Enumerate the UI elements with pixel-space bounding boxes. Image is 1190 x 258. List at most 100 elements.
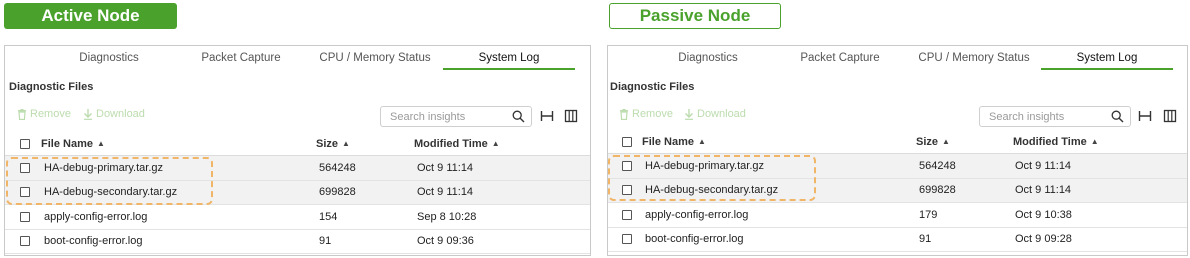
active-tab-indicator — [1041, 68, 1173, 70]
sort-icon[interactable]: ▲︎ — [942, 137, 950, 146]
section-title: Diagnostic Files — [9, 81, 94, 93]
toolbar: Remove Download — [608, 104, 1187, 128]
file-table: File Name ▲︎ Size ▲︎ Modified Time ▲︎ HA-de… — [5, 132, 590, 254]
search-box — [979, 106, 1131, 127]
download-icon — [685, 108, 693, 120]
col-file-name-label: File Name — [41, 137, 93, 150]
col-size[interactable]: Size ▲︎ — [916, 130, 950, 153]
passive-node-panel: Diagnostics Packet Capture CPU / Memory … — [607, 45, 1188, 256]
tab-cpu-memory-status[interactable]: CPU / Memory Status — [908, 46, 1040, 70]
col-modified-time[interactable]: Modified Time ▲︎ — [414, 132, 500, 155]
columns-icon[interactable] — [1163, 109, 1177, 123]
table-row[interactable]: apply-config-error.log 179 Oct 9 10:38 — [608, 203, 1187, 228]
file-name: apply-config-error.log — [645, 208, 749, 221]
file-size: 154 — [319, 210, 338, 223]
file-size: 91 — [319, 235, 332, 248]
col-file-name[interactable]: File Name ▲︎ — [41, 132, 105, 155]
download-label: Download — [96, 108, 145, 120]
remove-label: Remove — [632, 108, 673, 120]
tab-system-log[interactable]: System Log — [1041, 46, 1173, 70]
sort-icon[interactable]: ▲︎ — [97, 139, 105, 148]
column-width-icon[interactable] — [1138, 109, 1152, 123]
col-file-name[interactable]: File Name ▲︎ — [642, 130, 706, 153]
file-size: 91 — [919, 233, 932, 246]
file-name: boot-config-error.log — [44, 235, 143, 248]
select-all-checkbox[interactable] — [622, 136, 632, 147]
row-checkbox[interactable] — [20, 162, 30, 173]
search-input[interactable] — [989, 110, 1111, 123]
download-icon — [84, 108, 92, 120]
sort-icon[interactable]: ▲︎ — [342, 139, 350, 148]
table-header: File Name ▲︎ Size ▲︎ Modified Time ▲︎ — [5, 132, 590, 156]
col-size-label: Size — [316, 137, 339, 150]
col-modified-time-label: Modified Time — [1013, 135, 1087, 148]
remove-button[interactable]: Remove — [619, 108, 673, 120]
file-name: apply-config-error.log — [44, 210, 148, 223]
table-row[interactable]: boot-config-error.log 91 Oct 9 09:28 — [608, 228, 1187, 252]
download-button[interactable]: Download — [684, 108, 746, 120]
trash-icon — [620, 108, 628, 120]
row-checkbox[interactable] — [622, 185, 632, 196]
remove-button[interactable]: Remove — [17, 108, 71, 120]
file-modified: Oct 9 10:38 — [1015, 208, 1072, 221]
col-file-name-label: File Name — [642, 135, 694, 148]
tab-diagnostics[interactable]: Diagnostics — [648, 46, 768, 70]
table-row[interactable]: HA-debug-secondary.tar.gz 699828 Oct 9 1… — [5, 180, 590, 205]
passive-node-label: Passive Node — [609, 3, 781, 29]
download-button[interactable]: Download — [83, 108, 145, 120]
column-width-icon[interactable] — [540, 109, 554, 123]
file-modified: Oct 9 09:28 — [1015, 233, 1072, 246]
file-modified: Oct 9 11:14 — [1015, 159, 1072, 172]
col-modified-time[interactable]: Modified Time ▲︎ — [1013, 130, 1099, 153]
file-name: boot-config-error.log — [645, 233, 744, 246]
row-checkbox[interactable] — [622, 209, 632, 220]
table-row[interactable]: HA-debug-primary.tar.gz 564248 Oct 9 11:… — [5, 156, 590, 181]
table-row[interactable]: apply-config-error.log 154 Sep 8 10:28 — [5, 205, 590, 230]
tab-packet-capture[interactable]: Packet Capture — [181, 46, 301, 70]
row-checkbox[interactable] — [20, 187, 30, 198]
tab-system-log[interactable]: System Log — [443, 46, 575, 70]
tab-bar: Diagnostics Packet Capture CPU / Memory … — [5, 46, 590, 70]
file-modified: Oct 9 11:14 — [1015, 184, 1072, 197]
active-node-panel: Diagnostics Packet Capture CPU / Memory … — [4, 45, 591, 256]
file-size: 699828 — [919, 184, 956, 197]
active-node-label: Active Node — [4, 3, 177, 29]
sort-icon[interactable]: ▲︎ — [492, 139, 500, 148]
file-name: HA-debug-primary.tar.gz — [44, 161, 164, 174]
row-checkbox[interactable] — [20, 236, 30, 247]
search-icon[interactable] — [512, 110, 525, 123]
row-checkbox[interactable] — [20, 211, 30, 222]
search-icon[interactable] — [1111, 110, 1124, 123]
tab-cpu-memory-status[interactable]: CPU / Memory Status — [309, 46, 441, 70]
file-size: 564248 — [319, 161, 356, 174]
file-size: 179 — [919, 208, 938, 221]
file-name: HA-debug-secondary.tar.gz — [44, 186, 178, 199]
file-modified: Oct 9 09:36 — [417, 235, 474, 248]
file-modified: Sep 8 10:28 — [417, 210, 477, 223]
columns-icon[interactable] — [564, 109, 578, 123]
active-tab-indicator — [443, 68, 575, 70]
remove-label: Remove — [30, 108, 71, 120]
sort-icon[interactable]: ▲︎ — [698, 137, 706, 146]
select-all-checkbox[interactable] — [20, 138, 30, 149]
file-name: HA-debug-secondary.tar.gz — [645, 184, 779, 197]
table-row[interactable]: boot-config-error.log 91 Oct 9 09:36 — [5, 230, 590, 254]
file-modified: Oct 9 11:14 — [417, 161, 474, 174]
download-label: Download — [697, 108, 746, 120]
search-box — [380, 106, 532, 127]
table-row[interactable]: HA-debug-primary.tar.gz 564248 Oct 9 11:… — [608, 154, 1187, 179]
col-size[interactable]: Size ▲︎ — [316, 132, 350, 155]
file-modified: Oct 9 11:14 — [417, 186, 474, 199]
row-checkbox[interactable] — [622, 160, 632, 171]
tab-packet-capture[interactable]: Packet Capture — [780, 46, 900, 70]
table-row[interactable]: HA-debug-secondary.tar.gz 699828 Oct 9 1… — [608, 178, 1187, 203]
sort-icon[interactable]: ▲︎ — [1091, 137, 1099, 146]
search-input[interactable] — [390, 110, 512, 123]
row-checkbox[interactable] — [622, 234, 632, 245]
col-size-label: Size — [916, 135, 939, 148]
file-size: 699828 — [319, 186, 356, 199]
tab-diagnostics[interactable]: Diagnostics — [49, 46, 169, 70]
tab-bar: Diagnostics Packet Capture CPU / Memory … — [608, 46, 1187, 70]
section-title: Diagnostic Files — [610, 81, 695, 93]
toolbar: Remove Download — [5, 104, 590, 128]
